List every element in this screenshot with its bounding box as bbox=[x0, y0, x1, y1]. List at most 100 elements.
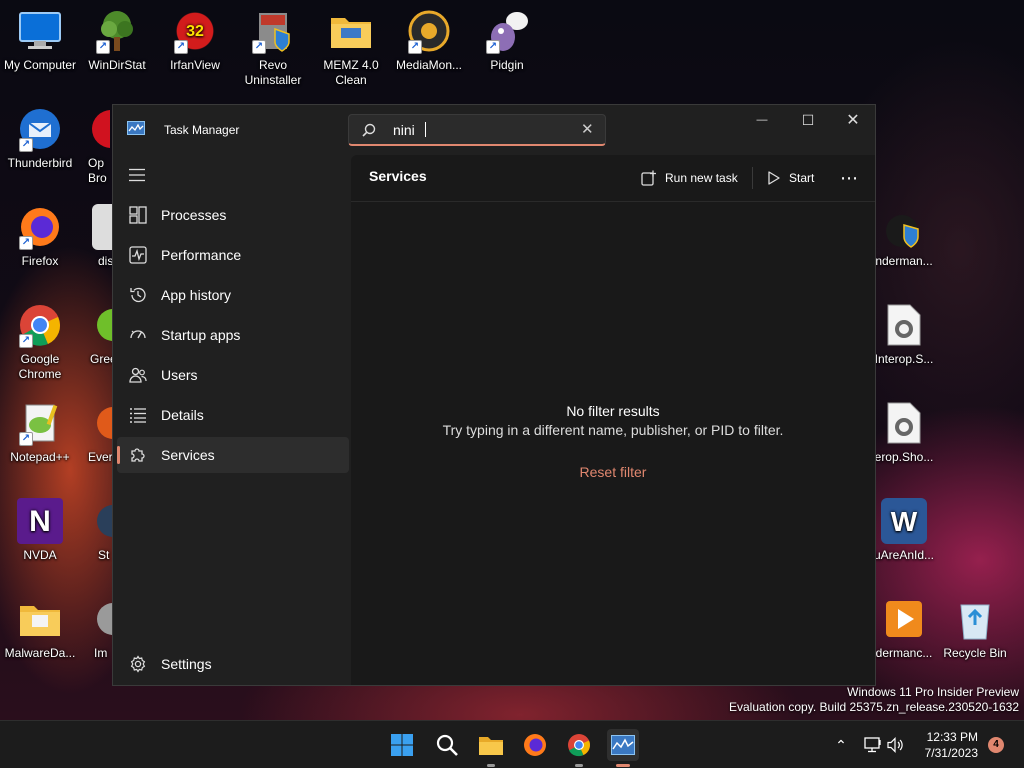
empty-state-title: No filter results bbox=[566, 403, 660, 419]
more-options-button[interactable]: ⋯ bbox=[840, 165, 858, 191]
nav-item-label: Startup apps bbox=[161, 327, 241, 343]
desktop-icon-st[interactable]: St bbox=[66, 498, 112, 563]
folder-icon bbox=[17, 596, 63, 642]
chrome-icon bbox=[568, 734, 590, 757]
task-manager-window: Task Manager ✕ — ☐ ✕ bbox=[112, 104, 876, 686]
taskbar-search-button[interactable] bbox=[431, 729, 463, 761]
settings-file-icon bbox=[881, 400, 927, 446]
desktop-icon-windirstat[interactable]: ↗ WinDirStat bbox=[77, 8, 157, 73]
word-document-icon: W bbox=[881, 498, 927, 544]
reset-filter-label[interactable]: Reset filter bbox=[580, 464, 647, 480]
volume-button[interactable] bbox=[880, 729, 912, 761]
nav-item-settings[interactable]: Settings bbox=[117, 646, 349, 682]
reset-filter-link[interactable]: Reset filter bbox=[351, 464, 875, 480]
desktop-icon-label: Ever bbox=[88, 450, 112, 464]
desktop-icon-interop-sho[interactable]: erop.Sho... bbox=[864, 400, 944, 465]
desktop-icon-im[interactable]: Im bbox=[66, 596, 112, 661]
running-indicator bbox=[616, 764, 630, 767]
desktop-icon-mediamonkey[interactable]: ↗ MediaMon... bbox=[389, 8, 469, 73]
more-options-icon: ⋯ bbox=[840, 167, 858, 188]
desktop-icon-label: Revo Uninstaller bbox=[244, 58, 302, 87]
desktop-icon-label: MediaMon... bbox=[395, 58, 463, 72]
shortcut-arrow-icon: ↗ bbox=[19, 432, 33, 446]
taskbar-file-explorer[interactable] bbox=[475, 729, 507, 767]
taskbar-chrome[interactable] bbox=[563, 729, 595, 767]
history-clock-icon bbox=[130, 287, 146, 303]
notepad-plus-plus-icon: ↗ bbox=[17, 400, 63, 446]
desktop-icon-label: nderman... bbox=[875, 254, 933, 268]
clock-time: 12:33 PM bbox=[926, 730, 978, 744]
minimize-button[interactable]: — bbox=[739, 105, 785, 135]
desktop-icon-label: WinDirStat bbox=[88, 58, 146, 72]
show-hidden-icons-button[interactable]: ⌃ bbox=[825, 729, 857, 761]
hamburger-menu-icon[interactable] bbox=[129, 168, 145, 182]
shortcut-arrow-icon: ↗ bbox=[252, 40, 266, 54]
desktop-icon-label: MEMZ 4.0 Clean bbox=[323, 58, 379, 87]
nav-item-app-history[interactable]: App history bbox=[117, 277, 349, 313]
performance-chart-icon bbox=[129, 246, 147, 264]
maximize-button[interactable]: ☐ bbox=[785, 105, 831, 135]
nav-item-label: Details bbox=[161, 407, 204, 423]
taskbar-task-manager[interactable] bbox=[607, 729, 639, 767]
taskbar-firefox[interactable] bbox=[519, 729, 551, 761]
services-puzzle-icon bbox=[131, 448, 145, 462]
shortcut-arrow-icon: ↗ bbox=[408, 40, 422, 54]
title-bar[interactable]: Task Manager ✕ — ☐ ✕ bbox=[113, 105, 875, 155]
task-manager-logo-icon bbox=[127, 121, 145, 135]
search-input[interactable] bbox=[393, 119, 563, 141]
shortcut-arrow-icon: ↗ bbox=[19, 334, 33, 348]
desktop-icon-label: erop.Sho... bbox=[874, 450, 934, 464]
nav-item-label: Settings bbox=[161, 656, 212, 672]
close-button[interactable]: ✕ bbox=[830, 105, 876, 135]
nav-item-label: Services bbox=[161, 447, 215, 463]
nav-item-performance[interactable]: Performance bbox=[117, 237, 349, 273]
start-button[interactable]: Start bbox=[767, 165, 814, 191]
desktop-icon-revo-uninstaller[interactable]: ↗ Revo Uninstaller bbox=[233, 8, 313, 88]
media-player-icon bbox=[881, 596, 927, 642]
desktop-icon-irfanview[interactable]: 32 ↗ IrfanView bbox=[155, 8, 235, 73]
folder-icon bbox=[328, 8, 374, 54]
desktop-icon-defender-manager[interactable]: nderman... bbox=[864, 204, 944, 269]
desktop-icon-pidgin[interactable]: ↗ Pidgin bbox=[467, 8, 547, 73]
command-bar: Services Run new task Start ⋯ bbox=[351, 155, 875, 202]
start-menu-button[interactable] bbox=[386, 729, 418, 761]
taskbar: ⌃ 12:33 PM 7/31/2023 4 bbox=[0, 720, 1024, 768]
desktop-icon-greenshot[interactable]: Gree bbox=[66, 302, 112, 367]
desktop-icon-label: Op Bro bbox=[88, 156, 107, 185]
system-clock[interactable]: 12:33 PM 7/31/2023 bbox=[914, 729, 978, 761]
command-divider bbox=[752, 167, 753, 189]
desktop-icon-memz[interactable]: MEMZ 4.0 Clean bbox=[311, 8, 391, 88]
desktop-icon-dis[interactable]: dis bbox=[66, 204, 112, 269]
mediamonkey-icon: ↗ bbox=[406, 8, 452, 54]
desktop-icon-defender-video[interactable]: dermanc... bbox=[864, 596, 944, 661]
desktop-icon-label: dermanc... bbox=[875, 646, 933, 660]
run-new-task-button[interactable]: Run new task bbox=[641, 165, 738, 191]
file-icon bbox=[92, 204, 112, 250]
processes-grid-icon bbox=[129, 206, 147, 224]
notification-count-badge[interactable]: 4 bbox=[988, 737, 1004, 753]
desktop-icon-my-computer[interactable]: My Computer bbox=[0, 8, 80, 73]
thunderbird-icon: ↗ bbox=[17, 106, 63, 152]
desktop-icon-interop-s[interactable]: Interop.S... bbox=[864, 302, 944, 367]
search-box[interactable]: ✕ bbox=[348, 114, 606, 146]
nav-item-processes[interactable]: Processes bbox=[117, 197, 349, 233]
watermark-line-2: Evaluation copy. Build 25375.zn_release.… bbox=[729, 700, 1019, 714]
nav-item-users[interactable]: Users bbox=[117, 357, 349, 393]
desktop-icon-recycle-bin[interactable]: Recycle Bin bbox=[935, 596, 1015, 661]
greenshot-icon bbox=[90, 302, 112, 348]
desktop-icon-label: Recycle Bin bbox=[943, 646, 1007, 660]
desktop-icon-everything[interactable]: Ever bbox=[66, 400, 112, 465]
shortcut-arrow-icon: ↗ bbox=[174, 40, 188, 54]
page-title: Services bbox=[369, 168, 427, 184]
chrome-icon: ↗ bbox=[17, 302, 63, 348]
shortcut-arrow-icon: ↗ bbox=[19, 236, 33, 250]
desktop-icon-opera[interactable]: Op Bro bbox=[66, 106, 110, 186]
clear-search-icon[interactable]: ✕ bbox=[581, 121, 594, 139]
task-manager-icon bbox=[611, 735, 635, 755]
nav-item-services[interactable]: Services bbox=[117, 437, 349, 473]
desktop-icon-word-document[interactable]: W uAreAnId... bbox=[864, 498, 944, 563]
nav-item-details[interactable]: Details bbox=[117, 397, 349, 433]
desktop-icon-label: Interop.S... bbox=[874, 352, 934, 366]
desktop-icon-label: My Computer bbox=[3, 58, 77, 72]
nav-item-startup-apps[interactable]: Startup apps bbox=[117, 317, 349, 353]
